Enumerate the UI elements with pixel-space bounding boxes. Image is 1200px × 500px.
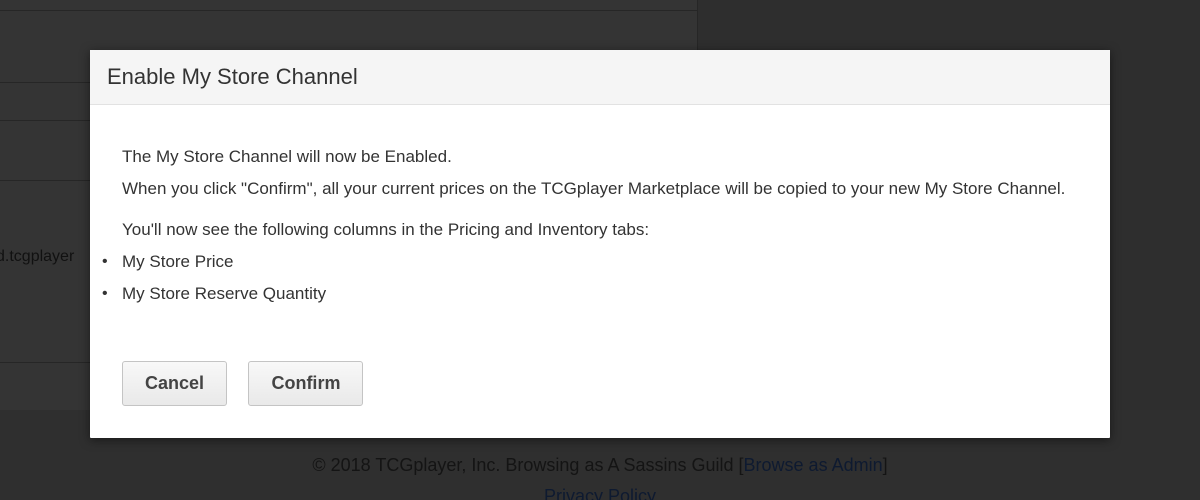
- enabled-message: The My Store Channel will now be Enabled…: [122, 147, 452, 166]
- footer-copyright: © 2018 TCGplayer, Inc. Browsing as A Sas…: [0, 455, 1200, 476]
- background-store-url: d.tcgplayer: [0, 248, 75, 265]
- modal-actions: Cancel Confirm: [122, 361, 380, 406]
- modal-header: Enable My Store Channel: [90, 50, 1110, 105]
- bullet: •: [102, 253, 108, 270]
- background-row-divider: [0, 10, 697, 11]
- cancel-button[interactable]: Cancel: [122, 361, 227, 406]
- column-name: My Store Price: [122, 252, 234, 271]
- columns-list: • My Store Price • My Store Reserve Quan…: [102, 246, 1078, 310]
- footer-copyright-end: ]: [882, 455, 888, 475]
- browse-as-admin-link[interactable]: Browse as Admin: [744, 455, 883, 475]
- confirm-button[interactable]: Confirm: [248, 361, 364, 406]
- columns-intro: You'll now see the following columns in …: [122, 220, 650, 239]
- confirm-explanation: When you click "Confirm", all your curre…: [122, 179, 1066, 198]
- modal-body: The My Store Channel will now be Enabled…: [90, 105, 1110, 310]
- bullet: •: [102, 285, 108, 302]
- footer-copyright-text: © 2018 TCGplayer, Inc. Browsing as A Sas…: [312, 455, 744, 475]
- privacy-policy-link[interactable]: Privacy Policy: [0, 486, 1200, 500]
- modal-title: Enable My Store Channel: [107, 64, 358, 89]
- list-item: • My Store Price: [102, 246, 1078, 278]
- list-item: • My Store Reserve Quantity: [102, 278, 1078, 310]
- column-name: My Store Reserve Quantity: [122, 284, 327, 303]
- enable-my-store-modal: Enable My Store Channel The My Store Cha…: [90, 50, 1110, 438]
